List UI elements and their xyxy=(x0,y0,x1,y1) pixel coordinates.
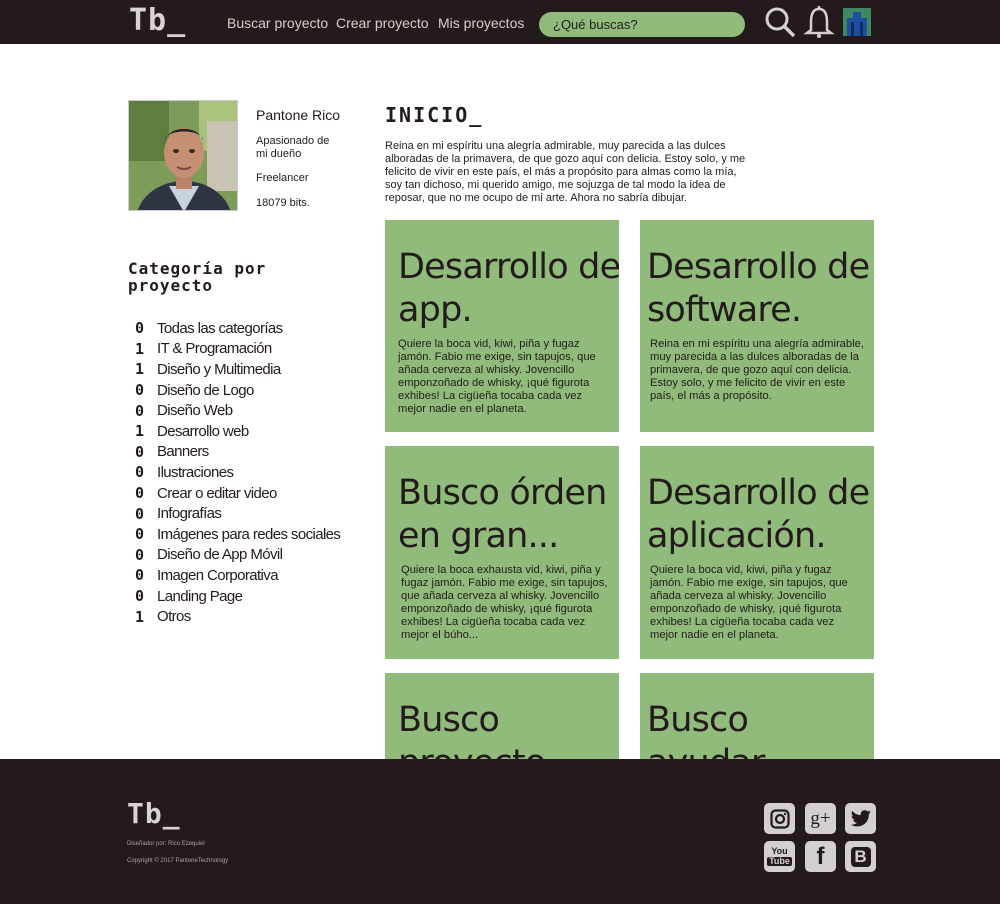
profile-bits: 18079 bits. xyxy=(256,197,310,209)
category-count: 1 xyxy=(135,339,145,358)
avatar-shape xyxy=(860,22,863,36)
project-card[interactable]: Busco proyecto xyxy=(385,673,619,759)
project-card[interactable]: Busco órden en gran... Quiere la boca ex… xyxy=(385,446,619,659)
category-count: 0 xyxy=(135,545,145,564)
card-description: Reina en mi espíritu una alegría admirab… xyxy=(650,338,864,402)
card-title: Desarrollo de software. xyxy=(647,247,870,330)
category-item[interactable]: 0 Banners xyxy=(135,442,340,463)
youtube-glyph-you: You xyxy=(771,846,788,856)
category-count: 0 xyxy=(135,525,145,544)
facebook-icon[interactable]: f xyxy=(805,841,836,872)
card-description: Quiere la boca exhausta vid, kiwi, piña … xyxy=(401,564,608,641)
category-label: Infografías xyxy=(157,505,222,523)
category-item[interactable]: 0 Ilustraciones xyxy=(135,462,340,483)
card-description: Quiere la boca vid, kiwi, piña y fugaz j… xyxy=(650,564,848,641)
card-description: Quiere la boca vid, kiwi, piña y fugaz j… xyxy=(398,338,596,415)
profile-photo xyxy=(128,100,238,211)
profile-photo-image xyxy=(129,101,237,210)
category-item[interactable]: 0 Diseño Web xyxy=(135,400,340,421)
category-item[interactable]: 0 Landing Page xyxy=(135,586,340,607)
nav-mis-proyectos[interactable]: Mis proyectos xyxy=(438,15,524,31)
category-count: 0 xyxy=(135,504,145,523)
category-label: Diseño y Multimedia xyxy=(157,360,281,378)
card-title: Desarrollo de aplicación. xyxy=(647,473,870,556)
google-plus-icon[interactable]: g+ xyxy=(805,803,836,834)
twitter-icon[interactable] xyxy=(845,803,876,834)
bell-icon[interactable] xyxy=(803,6,835,38)
category-count: 0 xyxy=(135,463,145,482)
site-logo[interactable]: Tb_ xyxy=(129,3,186,39)
top-navbar: Tb_ Buscar proyecto Crear proyecto Mis p… xyxy=(0,0,1000,44)
category-label: Banners xyxy=(157,443,209,461)
category-count: 0 xyxy=(135,484,145,503)
category-label: Crear o editar video xyxy=(157,484,277,502)
category-count: 1 xyxy=(135,607,145,626)
instagram-icon[interactable] xyxy=(764,803,795,834)
category-label: IT & Programación xyxy=(157,340,272,358)
avatar-shape xyxy=(851,22,854,36)
card-title: Busco proyecto xyxy=(398,700,546,759)
card-title: Desarrollo de app. xyxy=(398,247,619,330)
category-label: Diseño de Logo xyxy=(157,381,254,399)
card-title: Busco órden en gran... xyxy=(398,473,607,556)
category-label: Imagen Corporativa xyxy=(157,566,279,584)
category-label: Ilustraciones xyxy=(157,463,234,481)
footer-logo[interactable]: Tb_ xyxy=(127,797,181,831)
category-count: 0 xyxy=(135,566,145,585)
category-item[interactable]: 0 Diseño de Logo xyxy=(135,380,340,401)
search-icon[interactable] xyxy=(764,6,796,38)
intro-text: Reina en mi espíritu una alegría admirab… xyxy=(385,140,746,204)
designer-credit: Diseñador por: Rico Ezequiel xyxy=(127,841,205,847)
category-count: 1 xyxy=(135,360,145,379)
category-count: 0 xyxy=(135,381,145,400)
category-list: 0 Todas las categorías 1 IT & Programación 1… xyxy=(135,318,341,627)
category-item[interactable]: 1 Desarrollo web xyxy=(135,421,340,442)
category-count: 1 xyxy=(135,422,145,441)
category-label: Todas las categorías xyxy=(157,319,283,337)
category-item[interactable]: 1 Diseño y Multimedia xyxy=(135,359,340,380)
categories-title: Categoría por proyecto xyxy=(128,259,267,295)
category-item[interactable]: 0 Infografías xyxy=(135,503,340,524)
search-input[interactable] xyxy=(539,12,745,37)
copyright-text: Copyright © 2017 PantoneTechnology xyxy=(127,858,229,864)
youtube-glyph-tube: Tube xyxy=(767,856,792,866)
category-item[interactable]: 1 Otros xyxy=(135,606,340,627)
category-count: 0 xyxy=(135,587,145,606)
youtube-icon[interactable]: You Tube xyxy=(764,841,795,872)
category-label: Otros xyxy=(157,608,191,626)
category-count: 0 xyxy=(135,442,145,461)
category-label: Diseño de App Móvil xyxy=(157,546,283,564)
blogger-glyph: B xyxy=(850,846,871,867)
nav-crear-proyecto[interactable]: Crear proyecto xyxy=(336,15,429,31)
project-card[interactable]: Busco ayudar xyxy=(640,673,874,759)
instagram-glyph xyxy=(769,808,790,829)
card-title: Busco ayudar xyxy=(647,700,765,759)
category-label: Landing Page xyxy=(157,587,243,605)
category-count: 0 xyxy=(135,319,145,338)
profile-tagline: Apasionado de mi dueño xyxy=(256,135,330,160)
footer: Tb_ Diseñador por: Rico Ezequiel Copyrig… xyxy=(0,759,1000,904)
avatar-shape xyxy=(853,12,861,22)
twitter-bird xyxy=(850,809,871,826)
category-item[interactable]: 0 Imágenes para redes sociales xyxy=(135,524,341,545)
blogger-icon[interactable]: B xyxy=(845,841,876,872)
nav-buscar-proyecto[interactable]: Buscar proyecto xyxy=(227,15,328,31)
category-count: 0 xyxy=(135,401,145,420)
profile-role: Freelancer xyxy=(256,172,309,184)
page-title: INICIO_ xyxy=(385,103,484,127)
category-item[interactable]: 0 Diseño de App Móvil xyxy=(135,545,340,566)
category-item[interactable]: 0 Crear o editar video xyxy=(135,483,340,504)
project-card[interactable]: Desarrollo de software. Reina en mi espí… xyxy=(640,220,874,432)
project-card[interactable]: Desarrollo de app. Quiere la boca vid, k… xyxy=(385,220,619,432)
category-item[interactable]: 0 Todas las categorías xyxy=(135,318,340,339)
category-label: Diseño Web xyxy=(157,402,233,420)
category-item[interactable]: 1 IT & Programación xyxy=(135,339,340,360)
profile-name: Pantone Rico xyxy=(256,107,341,123)
category-label: Desarrollo web xyxy=(157,422,249,440)
user-avatar[interactable] xyxy=(843,8,871,36)
category-item[interactable]: 0 Imagen Corporativa xyxy=(135,565,340,586)
project-card[interactable]: Desarrollo de aplicación. Quiere la boca… xyxy=(640,446,874,659)
category-label: Imágenes para redes sociales xyxy=(157,525,341,543)
